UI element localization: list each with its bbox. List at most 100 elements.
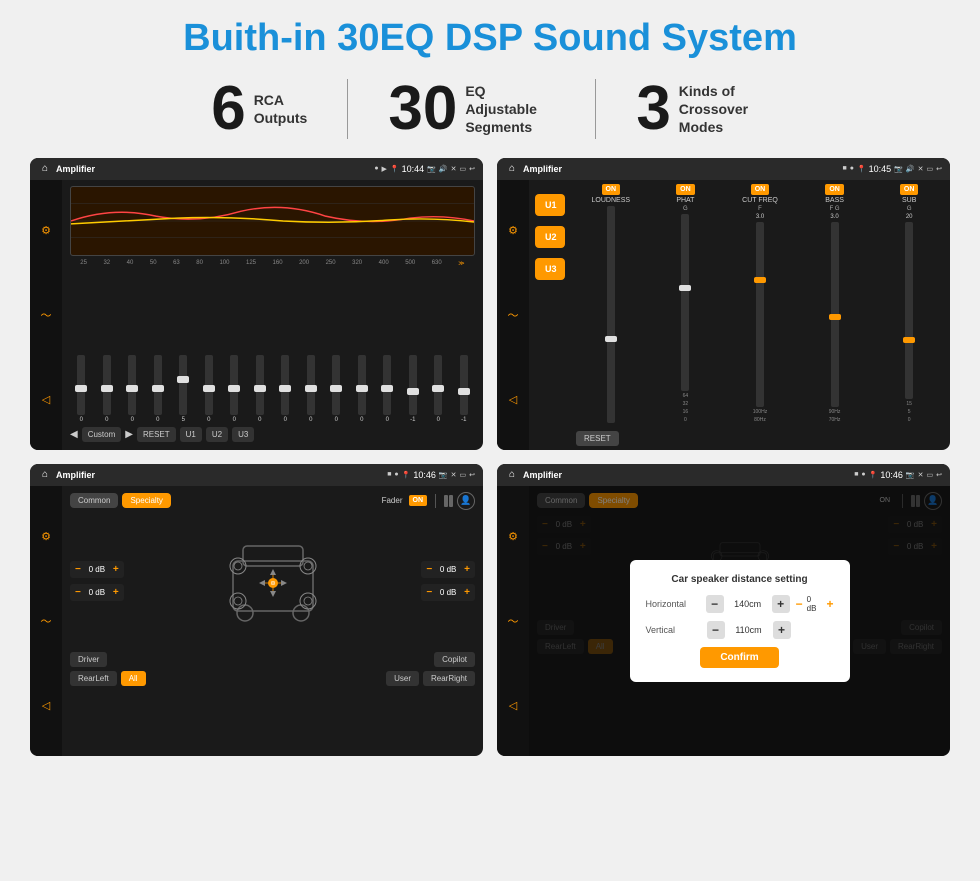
fader-home-icon[interactable]: ⌂ — [38, 468, 52, 482]
crossover-main-area: U1 U2 U3 ON LOUDNESS — [529, 180, 950, 450]
eq-u2-btn[interactable]: U2 — [206, 427, 228, 442]
modal-title: Car speaker distance setting — [646, 574, 834, 585]
eq-slider-9: 0 — [281, 355, 289, 423]
stat-rca-number: 6 — [211, 78, 245, 140]
bass-on-btn[interactable]: ON — [825, 184, 844, 195]
fader-wave-icon[interactable]: 〜 — [35, 610, 57, 632]
eq-reset-btn[interactable]: RESET — [137, 427, 176, 442]
fader-btn-rearleft[interactable]: RearLeft — [70, 671, 117, 686]
eq-prev-btn[interactable]: ◀ — [70, 429, 78, 440]
home-icon[interactable]: ⌂ — [38, 162, 52, 176]
loudness-label: LOUDNESS — [592, 197, 631, 204]
fader-tab-specialty[interactable]: Specialty — [122, 493, 170, 508]
fader-label: Fader — [382, 496, 403, 505]
fader-back-icon: ↩ — [469, 471, 475, 479]
eq-slider-16: -1 — [460, 355, 468, 423]
distance-cam-icon: 📷 — [906, 471, 915, 479]
fader-minus-3[interactable]: − — [426, 564, 432, 575]
loudness-on-btn[interactable]: ON — [602, 184, 621, 195]
bass-label: BASS — [825, 197, 844, 204]
distance-dot1: ■ — [854, 471, 858, 478]
modal-right-minus-1[interactable]: − — [796, 597, 803, 611]
eq-screen-card: ⌂ Amplifier ● ▶ 📍 10:44 📷 🔊 ✕ ▭ ↩ ⚙ 〜 — [30, 158, 483, 450]
modal-horizontal-plus[interactable]: + — [772, 595, 790, 613]
sub-on-btn[interactable]: ON — [900, 184, 919, 195]
distance-screen-title: Amplifier — [523, 470, 850, 480]
distance-tuner-icon[interactable]: ⚙ — [502, 525, 524, 547]
eq-slider-15: 0 — [434, 355, 442, 423]
stats-row: 6 RCAOutputs 30 EQ AdjustableSegments 3 … — [30, 78, 950, 140]
eq-slider-7: 0 — [230, 355, 238, 423]
eq-preset-custom[interactable]: Custom — [82, 427, 122, 442]
fader-volume-icon[interactable]: ◁ — [35, 694, 57, 716]
modal-vertical-minus[interactable]: − — [707, 621, 725, 639]
fader-db-row-3: − 0 dB + — [421, 561, 475, 578]
distance-pin-icon: 📍 — [869, 471, 878, 479]
fader-plus-2[interactable]: + — [113, 587, 119, 598]
fader-status-bar: ⌂ Amplifier ■ ● 📍 10:46 📷 ✕ ▭ ↩ — [30, 464, 483, 486]
crossover-home-icon[interactable]: ⌂ — [505, 162, 519, 176]
fader-plus-3[interactable]: + — [464, 564, 470, 575]
fader-left-sidebar: ⚙ 〜 ◁ — [30, 486, 62, 756]
eq-play-btn[interactable]: ▶ — [125, 429, 133, 440]
distance-modal: Car speaker distance setting Horizontal … — [630, 560, 850, 682]
distance-volume-icon[interactable]: ◁ — [502, 694, 524, 716]
preset-u3[interactable]: U3 — [535, 258, 565, 280]
distance-screen-card: ⌂ Amplifier ■ ● 📍 10:46 📷 ✕ ▭ ↩ ⚙ 〜 ◁ — [497, 464, 950, 756]
fader-plus-1[interactable]: + — [113, 564, 119, 575]
eq-u1-btn[interactable]: U1 — [180, 427, 202, 442]
modal-vertical-plus[interactable]: + — [773, 621, 791, 639]
fader-btn-user[interactable]: User — [386, 671, 419, 686]
phat-on-btn[interactable]: ON — [676, 184, 695, 195]
modal-right-plus-1[interactable]: + — [826, 597, 833, 611]
fader-btn-all[interactable]: All — [121, 671, 146, 686]
distance-home-icon[interactable]: ⌂ — [505, 468, 519, 482]
crossover-tuner-icon[interactable]: ⚙ — [502, 219, 524, 241]
preset-u2[interactable]: U2 — [535, 226, 565, 248]
fader-btn-copilot[interactable]: Copilot — [434, 652, 475, 667]
eq-tuner-icon[interactable]: ⚙ — [35, 219, 57, 241]
crossover-rect-icon: ▭ — [927, 165, 934, 173]
fader-btn-driver[interactable]: Driver — [70, 652, 107, 667]
eq-pin-icon: 📍 — [390, 165, 399, 173]
fader-pin-icon: 📍 — [402, 471, 411, 479]
distance-wave-icon[interactable]: 〜 — [502, 610, 524, 632]
modal-vertical-stepper: − 110cm + — [707, 621, 791, 639]
eq-freq-labels: 25 32 40 50 63 80 100 125 160 200 250 32… — [70, 260, 475, 267]
fader-on-btn[interactable]: ON — [409, 495, 428, 506]
eq-rect-icon: ▭ — [460, 165, 467, 173]
fader-left-controls: − 0 dB + − 0 dB + — [70, 561, 124, 601]
crossover-time: 10:45 — [869, 164, 892, 174]
fader-plus-4[interactable]: + — [464, 587, 470, 598]
eq-volume-icon[interactable]: ◁ — [35, 388, 57, 410]
eq-graph — [70, 186, 475, 256]
eq-u3-btn[interactable]: U3 — [232, 427, 254, 442]
eq-slider-5: 5 — [179, 355, 187, 423]
page-title: Buith-in 30EQ DSP Sound System — [183, 18, 797, 60]
crossover-reset-btn[interactable]: RESET — [576, 431, 619, 446]
fader-db-val-3: 0 dB — [436, 565, 460, 574]
modal-horizontal-row: Horizontal − 140cm + − 0 dB + — [646, 595, 834, 613]
eq-back-icon: ↩ — [469, 165, 475, 173]
eq-screen-content: ⚙ 〜 ◁ — [30, 180, 483, 450]
fader-tuner-icon[interactable]: ⚙ — [35, 525, 57, 547]
cutfreq-on-btn[interactable]: ON — [751, 184, 770, 195]
eq-slider-2: 0 — [103, 355, 111, 423]
crossover-wave-icon[interactable]: 〜 — [502, 304, 524, 326]
preset-u1[interactable]: U1 — [535, 194, 565, 216]
modal-horizontal-minus[interactable]: − — [706, 595, 724, 613]
eq-slider-14: -1 — [409, 355, 417, 423]
crossover-volume-icon[interactable]: ◁ — [502, 388, 524, 410]
fader-tab-common[interactable]: Common — [70, 493, 118, 508]
eq-slider-13: 0 — [383, 355, 391, 423]
fader-btn-rearright[interactable]: RearRight — [423, 671, 475, 686]
modal-horizontal-stepper: − 140cm + — [706, 595, 790, 613]
modal-confirm-button[interactable]: Confirm — [700, 647, 778, 668]
modal-horizontal-value: 140cm — [728, 599, 768, 609]
eq-wave-icon[interactable]: 〜 — [35, 304, 57, 326]
fader-minus-1[interactable]: − — [75, 564, 81, 575]
fader-minus-4[interactable]: − — [426, 587, 432, 598]
page-wrapper: Buith-in 30EQ DSP Sound System 6 RCAOutp… — [0, 0, 980, 881]
fader-minus-2[interactable]: − — [75, 587, 81, 598]
fader-avatar-icon[interactable]: 👤 — [457, 492, 475, 510]
